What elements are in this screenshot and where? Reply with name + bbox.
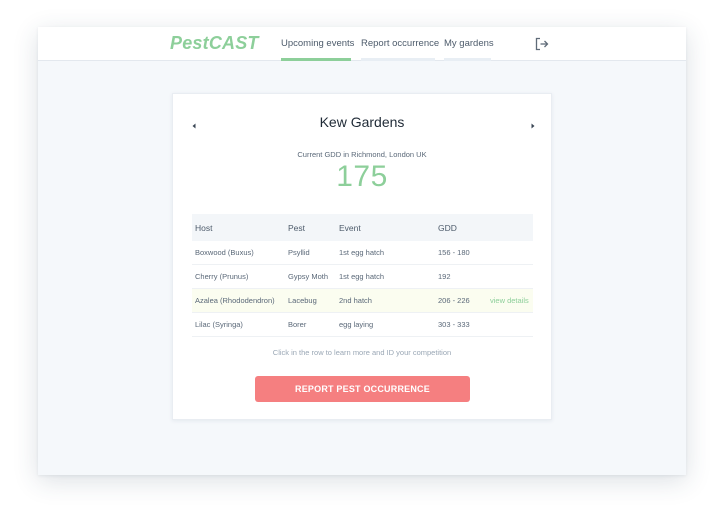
tab-my-gardens-label: My gardens <box>444 38 494 49</box>
cell-gdd: 206 - 226 <box>438 296 470 305</box>
column-header-pest: Pest <box>288 223 306 233</box>
tab-upcoming-events[interactable]: Upcoming events <box>281 27 355 61</box>
gdd-value: 175 <box>336 160 388 193</box>
tab-report-occurrence-label: Report occurrence <box>361 38 440 49</box>
tab-my-gardens[interactable]: My gardens <box>444 27 494 61</box>
tab-underline <box>361 58 435 61</box>
garden-card: Kew Gardens Current GDD in Richmond, Lon… <box>172 93 552 420</box>
cell-event: egg laying <box>339 320 374 329</box>
cell-gdd: 303 - 333 <box>438 320 470 329</box>
pest-events-table: Host Pest Event GDD Boxwood (Buxus) Psyl… <box>192 214 533 337</box>
tab-report-occurrence[interactable]: Report occurrence <box>361 27 439 61</box>
cell-host: Cherry (Prunus) <box>195 272 249 281</box>
cell-gdd: 192 <box>438 272 451 281</box>
view-details-link[interactable]: view details <box>490 296 529 305</box>
cell-pest: Lacebug <box>288 296 317 305</box>
cell-pest: Psyllid <box>288 248 310 257</box>
tab-upcoming-events-label: Upcoming events <box>281 38 355 49</box>
logout-icon[interactable] <box>534 36 550 52</box>
report-pest-occurrence-button[interactable]: REPORT PEST OCCURRENCE <box>255 376 470 402</box>
gdd-caption: Current GDD in Richmond, London UK <box>297 150 427 159</box>
cell-event: 1st egg hatch <box>339 248 385 257</box>
garden-name: Kew Gardens <box>319 114 405 130</box>
table-row-hovered[interactable]: Azalea (Rhododendron) Lacebug 2nd hatch … <box>192 289 533 313</box>
table-row[interactable]: Boxwood (Buxus) Psyllid 1st egg hatch 15… <box>192 241 533 265</box>
column-header-gdd: GDD <box>438 223 457 233</box>
top-navigation-bar: PestCAST Upcoming events Report occurren… <box>38 27 686 61</box>
table-row[interactable]: Cherry (Prunus) Gypsy Moth 1st egg hatch… <box>192 265 533 289</box>
column-header-host: Host <box>195 223 213 233</box>
cell-host: Boxwood (Buxus) <box>195 248 254 257</box>
cell-pest: Gypsy Moth <box>288 272 329 281</box>
app-logo[interactable]: PestCAST <box>170 33 259 54</box>
cell-host: Lilac (Syringa) <box>195 320 243 329</box>
cell-pest: Borer <box>288 320 307 329</box>
table-hint-text: Click in the row to learn more and ID yo… <box>272 348 452 357</box>
tab-underline <box>444 58 491 61</box>
active-tab-indicator <box>281 58 351 61</box>
table-header: Host Pest Event GDD <box>192 214 533 241</box>
cell-host: Azalea (Rhododendron) <box>195 296 275 305</box>
cell-event: 2nd hatch <box>339 296 372 305</box>
next-garden-arrow-icon[interactable] <box>528 118 538 129</box>
table-row[interactable]: Lilac (Syringa) Borer egg laying 303 - 3… <box>192 313 533 337</box>
column-header-event: Event <box>339 223 361 233</box>
cell-gdd: 156 - 180 <box>438 248 470 257</box>
cell-event: 1st egg hatch <box>339 272 385 281</box>
app-window: PestCAST Upcoming events Report occurren… <box>38 27 686 475</box>
